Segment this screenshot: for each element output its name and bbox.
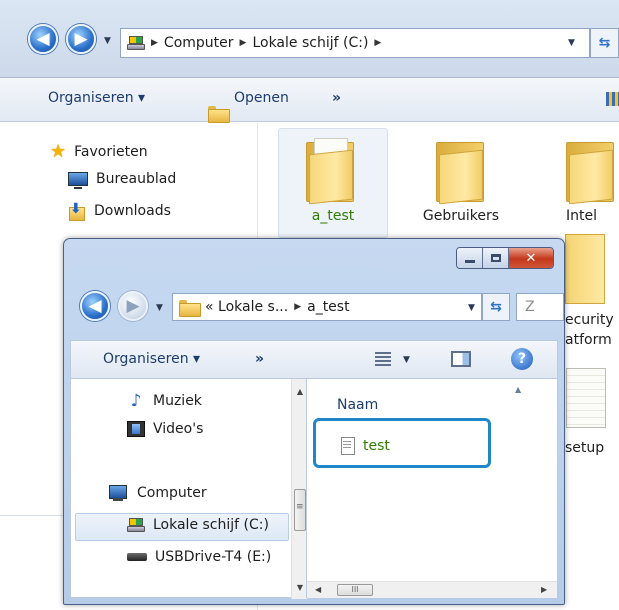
history-dropdown-icon[interactable]: ▼ bbox=[104, 36, 111, 46]
breadcrumb-computer[interactable]: Computer bbox=[164, 35, 234, 51]
content-horizontal-scrollbar[interactable]: ◀ III ▶ bbox=[307, 581, 557, 598]
front-content-pane: Naam ▲ test ◀ III ▶ bbox=[306, 378, 558, 598]
star-icon: ★ bbox=[50, 141, 67, 162]
sort-ascending-icon: ▲ bbox=[515, 385, 522, 394]
computer-icon bbox=[109, 485, 129, 501]
sidebar-item-label: Downloads bbox=[94, 203, 171, 219]
folder-label-a-test: a_test bbox=[311, 208, 355, 224]
drive-icon bbox=[127, 518, 145, 532]
scroll-thumb[interactable] bbox=[294, 489, 306, 531]
minimize-button[interactable] bbox=[457, 248, 483, 268]
scroll-right-icon[interactable]: ▶ bbox=[541, 585, 547, 594]
view-dropdown-icon[interactable]: ▼ bbox=[403, 355, 410, 365]
sidebar-item-local-disk[interactable]: Lokale schijf (C:) bbox=[127, 517, 269, 533]
address-dropdown-icon[interactable]: ▼ bbox=[468, 303, 475, 313]
breadcrumb-a-test[interactable]: a_test bbox=[307, 299, 349, 315]
music-icon: ♪ bbox=[130, 391, 142, 411]
column-header-name[interactable]: Naam bbox=[337, 397, 378, 413]
usb-drive-icon bbox=[127, 553, 147, 561]
scroll-left-icon[interactable]: ◀ bbox=[315, 585, 321, 594]
open-button[interactable]: Openen bbox=[234, 90, 289, 106]
favorites-label: Favorieten bbox=[74, 143, 148, 160]
sidebar-item-videos[interactable]: Video's bbox=[127, 421, 203, 437]
maximize-icon bbox=[490, 254, 501, 262]
chevron-right-icon[interactable]: ▶ bbox=[240, 38, 247, 48]
downloads-icon bbox=[68, 201, 86, 221]
folder-icon[interactable] bbox=[566, 138, 614, 205]
sidebar-item-label: Video's bbox=[153, 421, 204, 437]
sidebar-item-label: Muziek bbox=[153, 393, 202, 409]
partial-label: setup bbox=[565, 440, 605, 456]
front-address-input[interactable]: « Lokale s... ▶ a_test bbox=[172, 293, 482, 321]
video-icon bbox=[127, 421, 145, 437]
favorites-item[interactable]: ★ Favorieten bbox=[50, 141, 148, 162]
sidebar-item-music[interactable]: ♪ Muziek bbox=[127, 391, 202, 411]
partial-label: ecurity bbox=[565, 312, 614, 328]
chevron-right-icon[interactable]: ▶ bbox=[374, 38, 381, 48]
back-button[interactable]: ◀ bbox=[28, 24, 58, 54]
maximize-button[interactable] bbox=[483, 248, 509, 268]
close-icon: ✕ bbox=[525, 250, 537, 266]
partial-label: atform bbox=[565, 332, 612, 348]
highlight-box bbox=[313, 418, 491, 468]
preview-pane-icon[interactable] bbox=[451, 351, 471, 367]
file-icon[interactable] bbox=[566, 368, 606, 428]
address-dropdown-icon[interactable]: ▼ bbox=[568, 38, 575, 48]
sidebar-item-downloads[interactable]: Downloads bbox=[68, 201, 171, 221]
folder-icon[interactable] bbox=[436, 138, 484, 205]
drive-icon bbox=[127, 36, 145, 50]
sidebar-item-label: Bureaublad bbox=[96, 171, 177, 187]
scroll-thumb[interactable]: III bbox=[337, 584, 373, 596]
refresh-button[interactable]: ⇆ bbox=[482, 293, 510, 321]
view-options-icon[interactable] bbox=[606, 92, 619, 106]
folder-icon bbox=[306, 138, 354, 205]
more-button[interactable]: » bbox=[332, 90, 341, 106]
back-window-address-bar: ◀ ▶ ▼ ▶ Computer ▶ Lokale schijf (C:) ▶ … bbox=[0, 0, 619, 78]
divider bbox=[0, 515, 63, 516]
minimize-icon bbox=[464, 259, 475, 263]
front-toolbar: Organiseren ▾ » ▼ ? bbox=[70, 340, 558, 378]
back-window-toolbar: Organiseren ▾ Openen » bbox=[0, 78, 619, 123]
search-input[interactable]: Z bbox=[516, 293, 564, 321]
sidebar-item-label: USBDrive-T4 (E:) bbox=[155, 549, 272, 565]
sidebar-item-usb-drive[interactable]: USBDrive-T4 (E:) bbox=[127, 549, 271, 565]
folder-icon bbox=[179, 299, 201, 317]
folder-label-intel: Intel bbox=[566, 208, 597, 224]
desktop-icon bbox=[68, 172, 88, 189]
view-list-icon[interactable] bbox=[375, 352, 391, 366]
refresh-button[interactable]: ⇆ bbox=[590, 28, 619, 58]
open-folder-icon bbox=[208, 106, 230, 123]
forward-button[interactable]: ▶ bbox=[118, 291, 148, 321]
chevron-right-icon[interactable]: ▶ bbox=[294, 302, 301, 312]
help-icon[interactable]: ? bbox=[511, 348, 533, 370]
forward-button[interactable]: ▶ bbox=[66, 24, 96, 54]
breadcrumb-local-disk[interactable]: Lokale schijf (C:) bbox=[252, 35, 368, 51]
sidebar-item-label: Lokale schijf (C:) bbox=[153, 517, 269, 533]
nav-vertical-scrollbar[interactable]: ▲ ▼ bbox=[291, 379, 307, 599]
organize-button[interactable]: Organiseren ▾ bbox=[103, 351, 200, 367]
back-button[interactable]: ◀ bbox=[80, 291, 110, 321]
sidebar-item-desktop[interactable]: Bureaublad bbox=[68, 171, 177, 189]
sidebar-item-label: Computer bbox=[137, 485, 207, 501]
refresh-icon: ⇆ bbox=[598, 35, 611, 51]
caption-buttons: ✕ bbox=[456, 247, 554, 269]
sidebar-item-computer[interactable]: Computer bbox=[109, 485, 207, 501]
history-dropdown-icon[interactable]: ▼ bbox=[156, 303, 163, 313]
folder-icon[interactable] bbox=[565, 234, 605, 304]
organize-button[interactable]: Organiseren ▾ bbox=[48, 90, 145, 106]
close-button[interactable]: ✕ bbox=[509, 248, 553, 268]
back-address-input[interactable]: ▶ Computer ▶ Lokale schijf (C:) ▶ bbox=[120, 28, 590, 58]
chevron-right-icon[interactable]: ▶ bbox=[151, 38, 158, 48]
breadcrumb-local-disk[interactable]: « Lokale s... bbox=[205, 299, 288, 315]
more-button[interactable]: » bbox=[255, 351, 264, 367]
front-navigation-pane: ♪ Muziek Video's Computer Lokale schijf … bbox=[70, 378, 307, 599]
folder-label-users: Gebruikers bbox=[422, 208, 500, 224]
refresh-icon: ⇆ bbox=[490, 299, 502, 315]
